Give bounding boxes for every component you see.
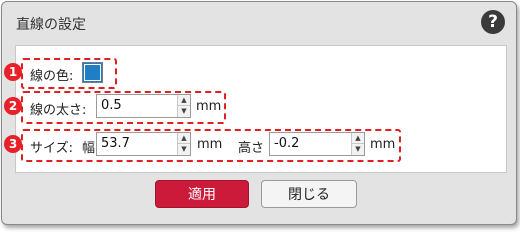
- close-button[interactable]: 閉じる: [261, 180, 357, 208]
- apply-button[interactable]: 適用: [155, 180, 249, 208]
- line-settings-dialog: 直線の設定 ? 1 線の色: 2 線の太さ: 0.5 ▲ ▼ mm 3 サイズ:…: [1, 1, 517, 225]
- dialog-titlebar: 直線の設定 ?: [2, 2, 516, 42]
- annotation-marker-2: 2: [4, 97, 22, 115]
- annotation-box-3: [21, 129, 401, 162]
- annotation-marker-1: 1: [4, 63, 22, 81]
- annotation-box-2: [21, 91, 226, 124]
- annotation-marker-3: 3: [4, 135, 22, 153]
- settings-panel: 1 線の色: 2 線の太さ: 0.5 ▲ ▼ mm 3 サイズ: 幅 53.7 …: [4, 45, 507, 173]
- help-icon[interactable]: ?: [481, 10, 505, 34]
- dialog-title: 直線の設定: [16, 17, 86, 33]
- annotation-box-1: [21, 58, 117, 89]
